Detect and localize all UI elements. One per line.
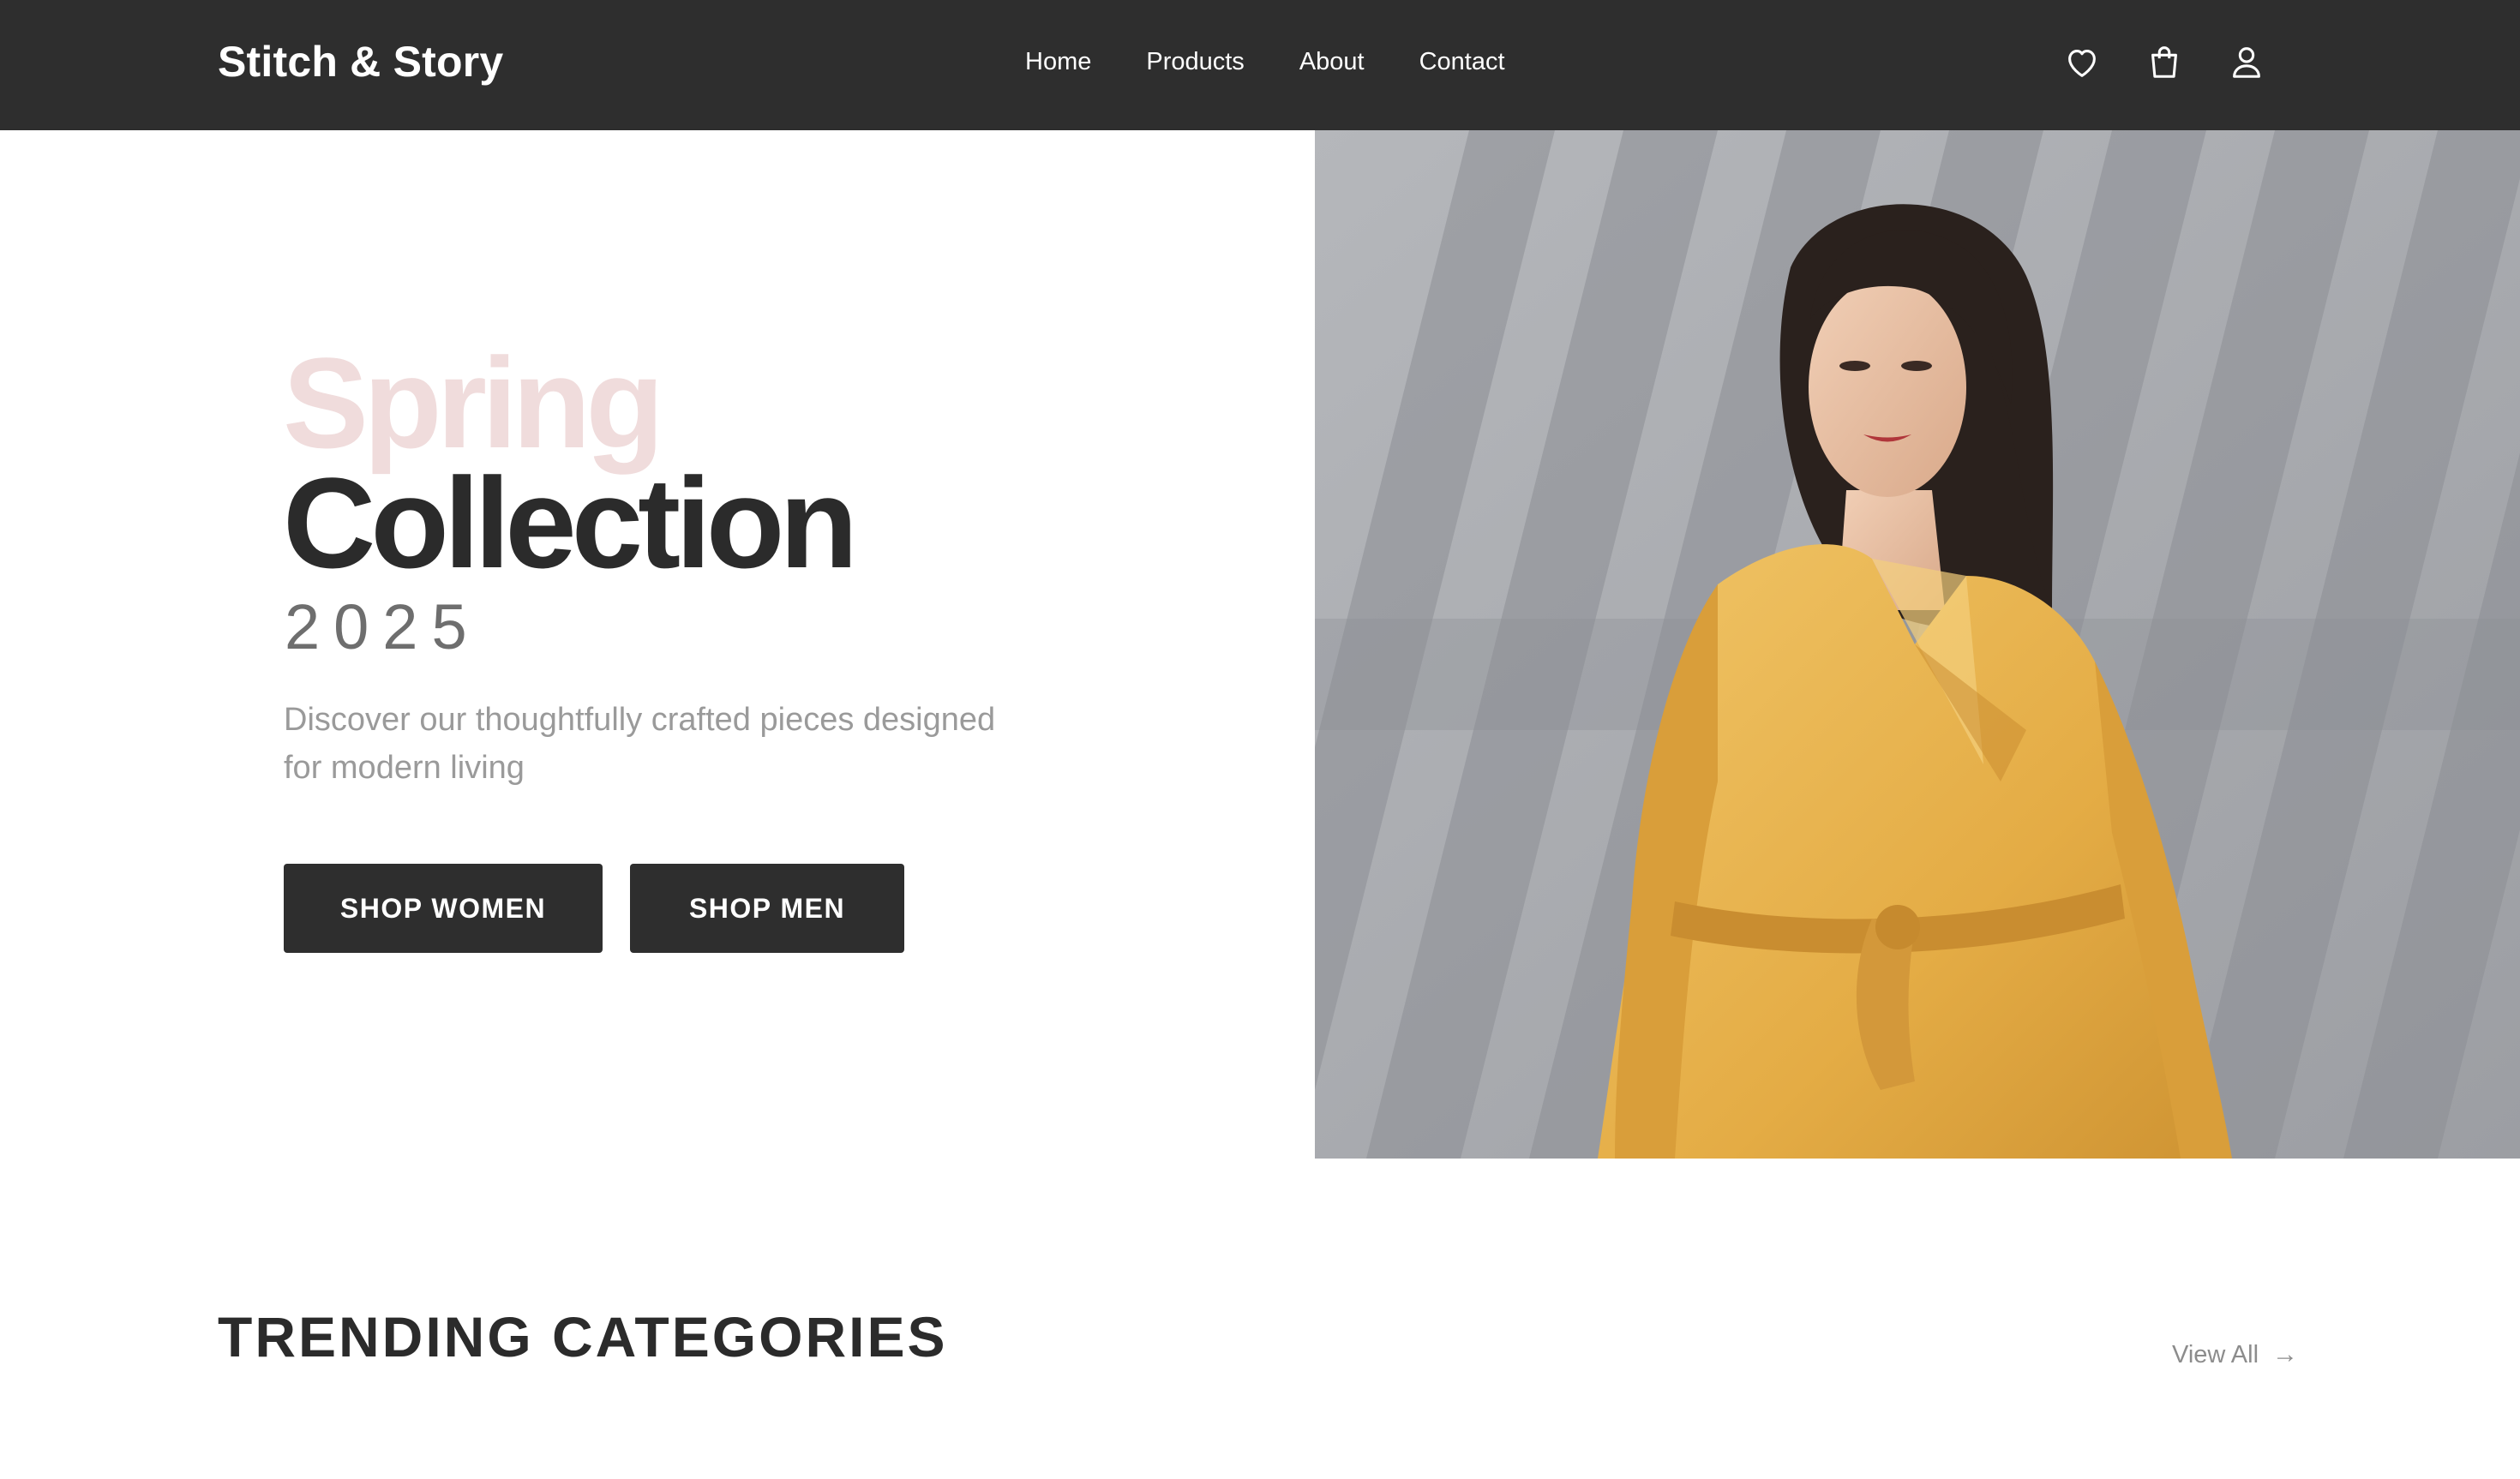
hero-year: 2025 <box>285 591 481 662</box>
arrow-right-icon: → <box>2272 1340 2299 1368</box>
nav-link-products[interactable]: Products <box>1146 38 1244 86</box>
top-navigation-bar: Stitch & Story Home Products About Conta… <box>0 0 2520 130</box>
hero-section <box>0 130 1315 1159</box>
shopping-bag-icon <box>2151 46 2177 78</box>
model-in-yellow-dress-image <box>1315 130 2520 1159</box>
hero-description: Discover our thoughtfully crafted pieces… <box>284 702 996 786</box>
nav-link-home[interactable]: Home <box>1025 38 1091 86</box>
nav-link-about[interactable]: About <box>1299 38 1365 86</box>
hero-title: Collection <box>283 451 858 595</box>
view-all-label: View All <box>2172 1340 2259 1368</box>
shop-women-button[interactable]: SHOP WOMEN <box>284 864 603 953</box>
shop-men-button[interactable]: SHOP MEN <box>630 864 904 953</box>
wishlist-button[interactable] <box>2062 39 2102 85</box>
user-icon <box>2233 47 2260 78</box>
brand-logo[interactable]: Stitch & Story <box>218 31 503 93</box>
nav-link-contact[interactable]: Contact <box>1419 38 1505 86</box>
main-nav: Home Products About Contact <box>1025 38 1505 86</box>
heart-icon <box>2068 50 2096 77</box>
hero-image <box>1315 130 2520 1159</box>
view-all-link[interactable]: View All → <box>2172 1335 2298 1374</box>
cart-button[interactable] <box>2145 39 2184 85</box>
trending-categories-heading: TRENDING CATEGORIES <box>218 1305 948 1368</box>
header-actions <box>2062 38 2266 86</box>
account-button[interactable] <box>2227 39 2266 85</box>
